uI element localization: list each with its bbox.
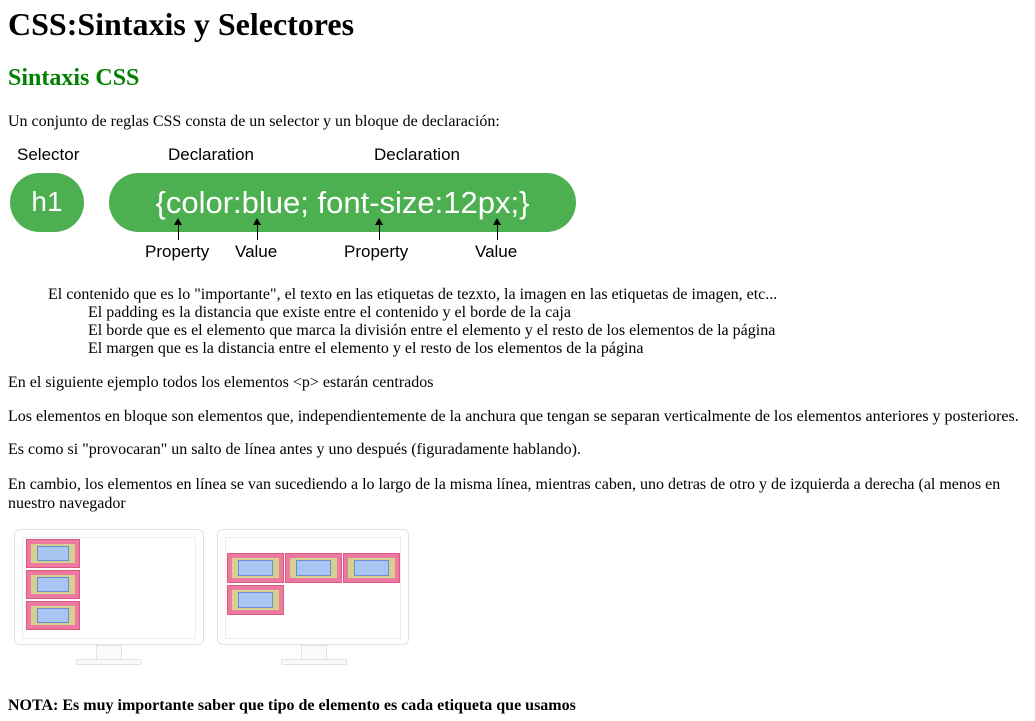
inline-box: [285, 553, 342, 583]
inline-box: [227, 553, 284, 583]
paragraph-centered: En el siguiente ejemplo todos los elemen…: [8, 374, 434, 391]
arrow-line: [257, 224, 258, 240]
declaration-label-1: Declaration: [168, 145, 254, 164]
block-box: [26, 601, 80, 630]
monitor-base: [281, 659, 347, 665]
property-label-2: Property: [344, 242, 409, 261]
selector-pill: h1: [10, 173, 84, 232]
section-title: Sintaxis CSS: [8, 65, 140, 91]
paragraph-line-break: Es como si "provocaran" un salto de líne…: [8, 441, 581, 458]
arrow-line: [379, 224, 380, 240]
selector-label: Selector: [17, 145, 80, 164]
declaration-label-2: Declaration: [374, 145, 460, 164]
list-item-border: El borde que es el elemento que marca la…: [88, 322, 776, 339]
note-paragraph: NOTA: Es muy importante saber que tipo d…: [8, 697, 576, 714]
block-box: [26, 570, 80, 599]
selector-text: h1: [31, 186, 63, 217]
monitor-base: [76, 659, 142, 665]
property-label-1: Property: [145, 242, 210, 261]
intro-paragraph: Un conjunto de reglas CSS consta de un s…: [8, 113, 500, 130]
block-box: [26, 539, 80, 568]
list-item-padding: El padding es la distancia que existe en…: [88, 304, 571, 321]
arrow-line: [178, 224, 179, 240]
paragraph-inline: En cambio, los elementos en línea se van…: [8, 476, 1001, 512]
inline-elements-illustration: [217, 529, 411, 669]
declaration-text: {color:blue; font-size:12px;}: [155, 185, 530, 220]
list-item-content: El contenido que es lo "importante", el …: [48, 286, 778, 303]
value-label-2: Value: [475, 242, 518, 261]
arrow-line: [497, 224, 498, 240]
value-label-1: Value: [235, 242, 278, 261]
paragraph-block: Los elementos en bloque son elementos qu…: [8, 408, 1019, 425]
inline-box: [343, 553, 400, 583]
block-elements-illustration: [14, 529, 206, 669]
list-item-margin: El margen que es la distancia entre el e…: [88, 340, 644, 357]
inline-box: [227, 585, 284, 615]
page-title: CSS:Sintaxis y Selectores: [8, 6, 355, 42]
